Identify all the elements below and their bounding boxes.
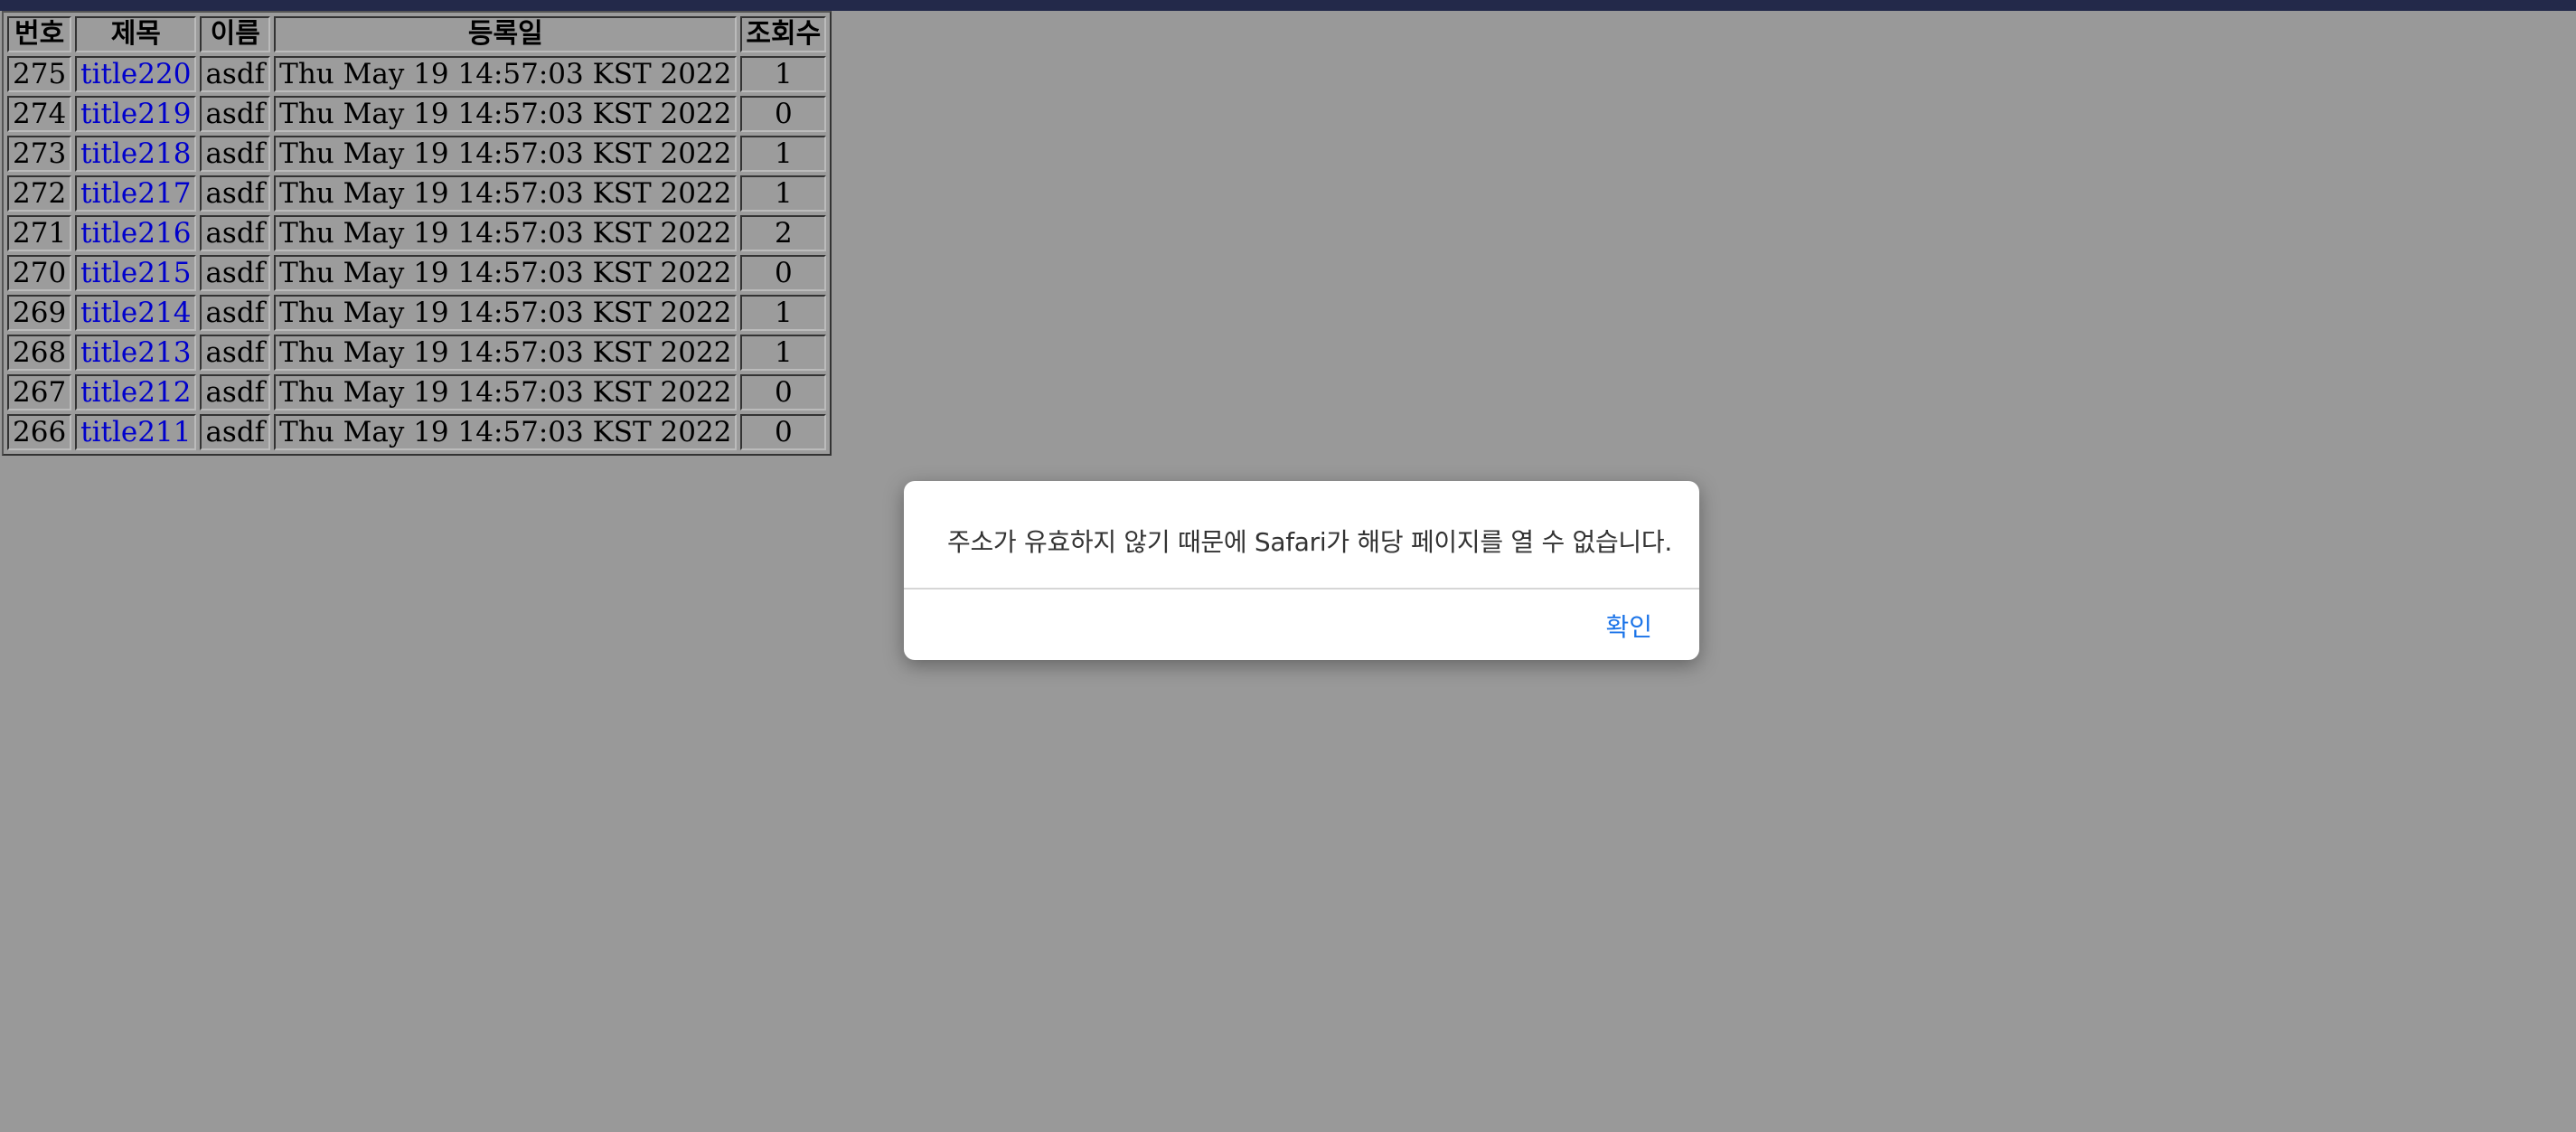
post-title-cell: title217: [75, 175, 197, 212]
post-author: asdf: [200, 56, 271, 92]
post-number: 272: [7, 175, 72, 212]
post-views: 1: [740, 175, 827, 212]
post-date: Thu May 19 14:57:03 KST 2022: [274, 215, 738, 251]
post-title-link[interactable]: title212: [80, 376, 191, 409]
alert-message: 주소가 유효하지 않기 때문에 Safari가 해당 페이지를 열 수 없습니다…: [947, 527, 1672, 557]
post-title-link[interactable]: title217: [80, 177, 191, 210]
browser-top-bar: [0, 0, 2576, 11]
table-row: 271 title216 asdf Thu May 19 14:57:03 KS…: [7, 215, 827, 251]
post-date: Thu May 19 14:57:03 KST 2022: [274, 255, 738, 291]
post-title-link[interactable]: title216: [80, 217, 191, 250]
post-title-link[interactable]: title218: [80, 137, 191, 170]
post-number: 266: [7, 414, 72, 450]
post-date: Thu May 19 14:57:03 KST 2022: [274, 374, 738, 410]
post-views: 0: [740, 414, 827, 450]
post-title-cell: title218: [75, 136, 197, 172]
post-title-cell: title219: [75, 96, 197, 132]
table-row: 270 title215 asdf Thu May 19 14:57:03 KS…: [7, 255, 827, 291]
post-author: asdf: [200, 136, 271, 172]
post-number: 268: [7, 335, 72, 371]
post-views: 1: [740, 335, 827, 371]
post-date: Thu May 19 14:57:03 KST 2022: [274, 96, 738, 132]
post-author: asdf: [200, 175, 271, 212]
post-number: 275: [7, 56, 72, 92]
table-row: 268 title213 asdf Thu May 19 14:57:03 KS…: [7, 335, 827, 371]
post-title-link[interactable]: title219: [80, 98, 191, 130]
post-title-link[interactable]: title215: [80, 257, 191, 289]
post-views: 0: [740, 374, 827, 410]
post-author: asdf: [200, 295, 271, 331]
post-author: asdf: [200, 335, 271, 371]
post-author: asdf: [200, 96, 271, 132]
safari-alert-dialog: 주소가 유효하지 않기 때문에 Safari가 해당 페이지를 열 수 없습니다…: [904, 481, 1699, 660]
post-number: 274: [7, 96, 72, 132]
post-author: asdf: [200, 374, 271, 410]
post-date: Thu May 19 14:57:03 KST 2022: [274, 136, 738, 172]
table-row: 273 title218 asdf Thu May 19 14:57:03 KS…: [7, 136, 827, 172]
post-views: 1: [740, 295, 827, 331]
post-views: 1: [740, 136, 827, 172]
post-date: Thu May 19 14:57:03 KST 2022: [274, 414, 738, 450]
post-number: 267: [7, 374, 72, 410]
post-author: asdf: [200, 414, 271, 450]
post-title-link[interactable]: title214: [80, 297, 191, 329]
post-number: 271: [7, 215, 72, 251]
post-title-link[interactable]: title211: [80, 416, 191, 448]
post-views: 1: [740, 56, 827, 92]
post-title-cell: title215: [75, 255, 197, 291]
post-title-link[interactable]: title213: [80, 336, 191, 369]
post-title-cell: title214: [75, 295, 197, 331]
header-date: 등록일: [274, 16, 738, 52]
header-name: 이름: [200, 16, 271, 52]
post-title-cell: title216: [75, 215, 197, 251]
post-views: 0: [740, 255, 827, 291]
table-row: 266 title211 asdf Thu May 19 14:57:03 KS…: [7, 414, 827, 450]
post-number: 269: [7, 295, 72, 331]
table-header-row: 번호 제목 이름 등록일 조회수: [7, 16, 827, 52]
confirm-button[interactable]: 확인: [1605, 608, 1652, 644]
post-title-cell: title213: [75, 335, 197, 371]
post-number: 273: [7, 136, 72, 172]
post-date: Thu May 19 14:57:03 KST 2022: [274, 56, 738, 92]
table-row: 269 title214 asdf Thu May 19 14:57:03 KS…: [7, 295, 827, 331]
post-date: Thu May 19 14:57:03 KST 2022: [274, 175, 738, 212]
alert-divider: [904, 588, 1699, 590]
board-table: 번호 제목 이름 등록일 조회수 275 title220 asdf Thu M…: [2, 11, 832, 456]
post-title-cell: title211: [75, 414, 197, 450]
post-title-cell: title212: [75, 374, 197, 410]
header-views: 조회수: [740, 16, 827, 52]
post-author: asdf: [200, 215, 271, 251]
post-date: Thu May 19 14:57:03 KST 2022: [274, 335, 738, 371]
header-number: 번호: [7, 16, 72, 52]
table-row: 274 title219 asdf Thu May 19 14:57:03 KS…: [7, 96, 827, 132]
post-number: 270: [7, 255, 72, 291]
table-row: 275 title220 asdf Thu May 19 14:57:03 KS…: [7, 56, 827, 92]
table-row: 272 title217 asdf Thu May 19 14:57:03 KS…: [7, 175, 827, 212]
post-date: Thu May 19 14:57:03 KST 2022: [274, 295, 738, 331]
post-title-link[interactable]: title220: [80, 58, 191, 90]
post-title-cell: title220: [75, 56, 197, 92]
header-title: 제목: [75, 16, 197, 52]
table-row: 267 title212 asdf Thu May 19 14:57:03 KS…: [7, 374, 827, 410]
post-views: 0: [740, 96, 827, 132]
post-views: 2: [740, 215, 827, 251]
post-author: asdf: [200, 255, 271, 291]
